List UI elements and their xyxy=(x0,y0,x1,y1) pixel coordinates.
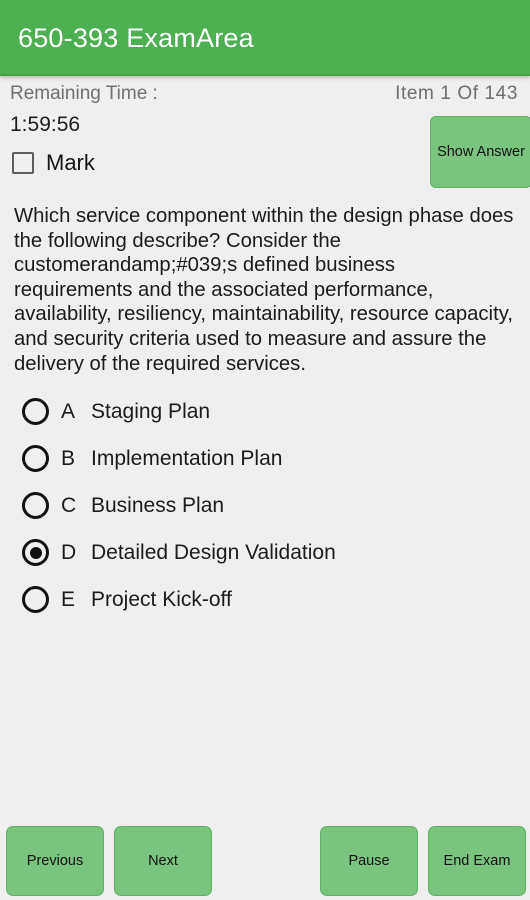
app-title: 650-393 ExamArea xyxy=(18,22,254,53)
option-letter-c: C xyxy=(61,494,77,518)
radio-icon-b[interactable] xyxy=(22,445,49,473)
session-button-group: Pause End Exam xyxy=(320,822,526,896)
answer-option-e[interactable]: E Project Kick-off xyxy=(0,576,530,623)
bottom-action-bar: Previous Next Pause End Exam xyxy=(0,822,530,900)
item-counter: Item 1 Of 143 xyxy=(395,82,518,104)
exam-meta-block: 1:59:56 Mark Show Answer xyxy=(0,110,530,200)
option-letter-a: A xyxy=(61,400,76,424)
option-text-b: Implementation Plan xyxy=(91,447,283,471)
previous-button[interactable]: Previous xyxy=(6,826,104,896)
app-bar: 650-393 ExamArea xyxy=(0,0,530,76)
end-exam-button[interactable]: End Exam xyxy=(428,826,526,896)
option-letter-d: D xyxy=(61,541,77,565)
radio-icon-c[interactable] xyxy=(22,492,49,520)
answer-option-c[interactable]: C Business Plan xyxy=(0,482,530,529)
radio-icon-a[interactable] xyxy=(22,398,49,426)
exam-app-screen: 650-393 ExamArea Remaining Time : Item 1… xyxy=(0,0,530,900)
mark-label: Mark xyxy=(46,150,95,175)
mark-question-control[interactable]: Mark xyxy=(12,152,95,174)
timer-value: 1:59:56 xyxy=(10,113,81,136)
answer-option-a[interactable]: A Staging Plan xyxy=(0,388,530,435)
radio-icon-d[interactable] xyxy=(22,539,49,567)
answer-option-b[interactable]: B Implementation Plan xyxy=(0,435,530,482)
pause-button[interactable]: Pause xyxy=(320,826,418,896)
option-text-e: Project Kick-off xyxy=(91,588,232,612)
option-text-a: Staging Plan xyxy=(91,400,211,424)
answer-options-list: A Staging Plan B Implementation Plan C B… xyxy=(0,376,530,623)
option-letter-e: E xyxy=(61,588,76,612)
mark-checkbox-icon[interactable] xyxy=(12,152,34,174)
next-button[interactable]: Next xyxy=(114,826,212,896)
option-text-d: Detailed Design Validation xyxy=(91,541,336,565)
remaining-time-label: Remaining Time : xyxy=(10,82,158,104)
question-text: Which service component within the desig… xyxy=(14,205,514,375)
status-row: Remaining Time : Item 1 Of 143 xyxy=(0,76,530,110)
navigation-button-group: Previous Next xyxy=(6,822,212,896)
option-text-c: Business Plan xyxy=(91,494,225,518)
radio-icon-e[interactable] xyxy=(22,586,49,614)
answer-option-d[interactable]: D Detailed Design Validation xyxy=(0,529,530,576)
show-answer-button[interactable]: Show Answer xyxy=(430,116,530,188)
option-letter-b: B xyxy=(61,447,76,471)
